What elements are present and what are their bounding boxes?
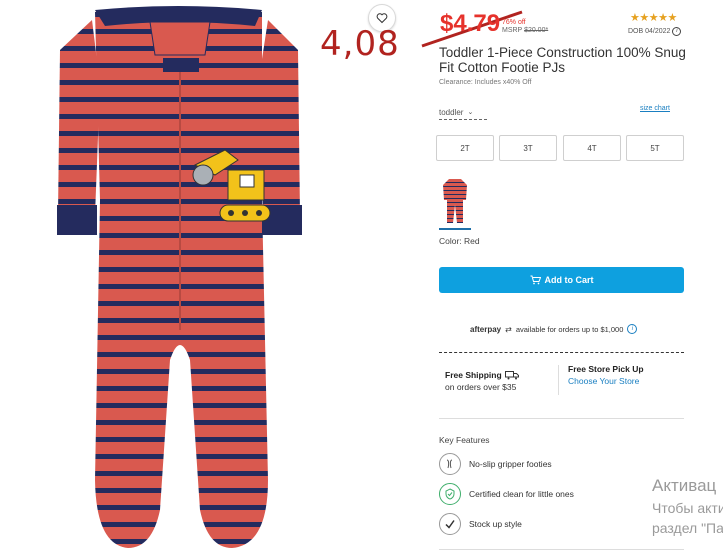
activation-watermark-text: Чтобы акти xyxy=(652,500,723,516)
dob-text: DOB 04/2022 xyxy=(628,28,671,35)
activation-watermark-title: Активац xyxy=(652,476,717,495)
msrp: MSRP $20.00* xyxy=(502,27,548,34)
feature-label: Certified clean for little ones xyxy=(469,489,574,499)
afterpay-info: afterpay ⇄ available for orders up to $1… xyxy=(470,324,638,334)
sale-price: $4.79 xyxy=(440,10,501,37)
feature-item: No-slip gripper footies xyxy=(439,453,552,475)
size-option-5t[interactable]: 5T xyxy=(626,135,684,161)
size-type-value: toddler xyxy=(439,107,464,117)
swatch-selected-indicator xyxy=(439,228,471,230)
discount-badge: 76% off xyxy=(502,19,526,26)
divider xyxy=(439,418,684,419)
free-shipping-title: Free Shipping xyxy=(445,370,519,380)
color-label: Color: Red xyxy=(439,236,480,246)
add-to-cart-label: Add to Cart xyxy=(544,275,594,285)
cart-icon xyxy=(530,275,541,285)
divider xyxy=(558,365,559,395)
feature-item: Stock up style xyxy=(439,513,522,535)
rating-stars[interactable]: ★★★★★ xyxy=(630,11,677,24)
free-shipping-label: Free Shipping xyxy=(445,370,502,380)
size-chart-link[interactable]: size chart xyxy=(640,105,670,112)
feature-label: Stock up style xyxy=(469,519,522,529)
activation-watermark-text: раздел "Па xyxy=(652,520,723,536)
product-image xyxy=(57,6,302,548)
product-title: Toddler 1-Piece Construction 100% Snug F… xyxy=(439,45,686,75)
dob-info: DOB 04/2022 i xyxy=(628,27,682,36)
shield-check-icon xyxy=(439,483,461,505)
clearance-note: Clearance: Includes x40% Off xyxy=(439,79,532,86)
free-shipping-subtitle: on orders over $35 xyxy=(445,382,517,392)
color-swatch-red[interactable] xyxy=(439,175,471,227)
afterpay-arrows-icon: ⇄ xyxy=(505,324,512,334)
key-features-title: Key Features xyxy=(439,435,490,445)
choose-store-link[interactable]: Choose Your Store xyxy=(568,376,639,386)
checkmark-icon xyxy=(439,513,461,535)
msrp-label: MSRP xyxy=(502,27,523,34)
size-option-3t[interactable]: 3T xyxy=(499,135,557,161)
truck-icon xyxy=(504,371,519,380)
store-pickup-title: Free Store Pick Up xyxy=(568,364,644,374)
afterpay-logo: afterpay xyxy=(470,324,502,334)
afterpay-text: available for orders up to $1,000 xyxy=(515,324,624,334)
feature-label: No-slip gripper footies xyxy=(469,459,552,469)
info-icon[interactable]: i xyxy=(672,27,682,36)
size-option-2t[interactable]: 2T xyxy=(436,135,494,161)
handwritten-price: 4,08 xyxy=(320,24,400,64)
divider xyxy=(439,549,684,550)
size-type-select[interactable]: toddler ⌄ xyxy=(439,105,487,120)
divider xyxy=(439,352,684,353)
feature-item: Certified clean for little ones xyxy=(439,483,574,505)
info-icon[interactable]: i xyxy=(627,324,638,334)
heart-icon xyxy=(376,13,388,24)
msrp-value: $20.00* xyxy=(524,27,549,34)
size-option-4t[interactable]: 4T xyxy=(563,135,621,161)
footprint-icon xyxy=(439,453,461,475)
add-to-cart-button[interactable]: Add to Cart xyxy=(439,267,684,293)
chevron-down-icon: ⌄ xyxy=(467,109,474,116)
